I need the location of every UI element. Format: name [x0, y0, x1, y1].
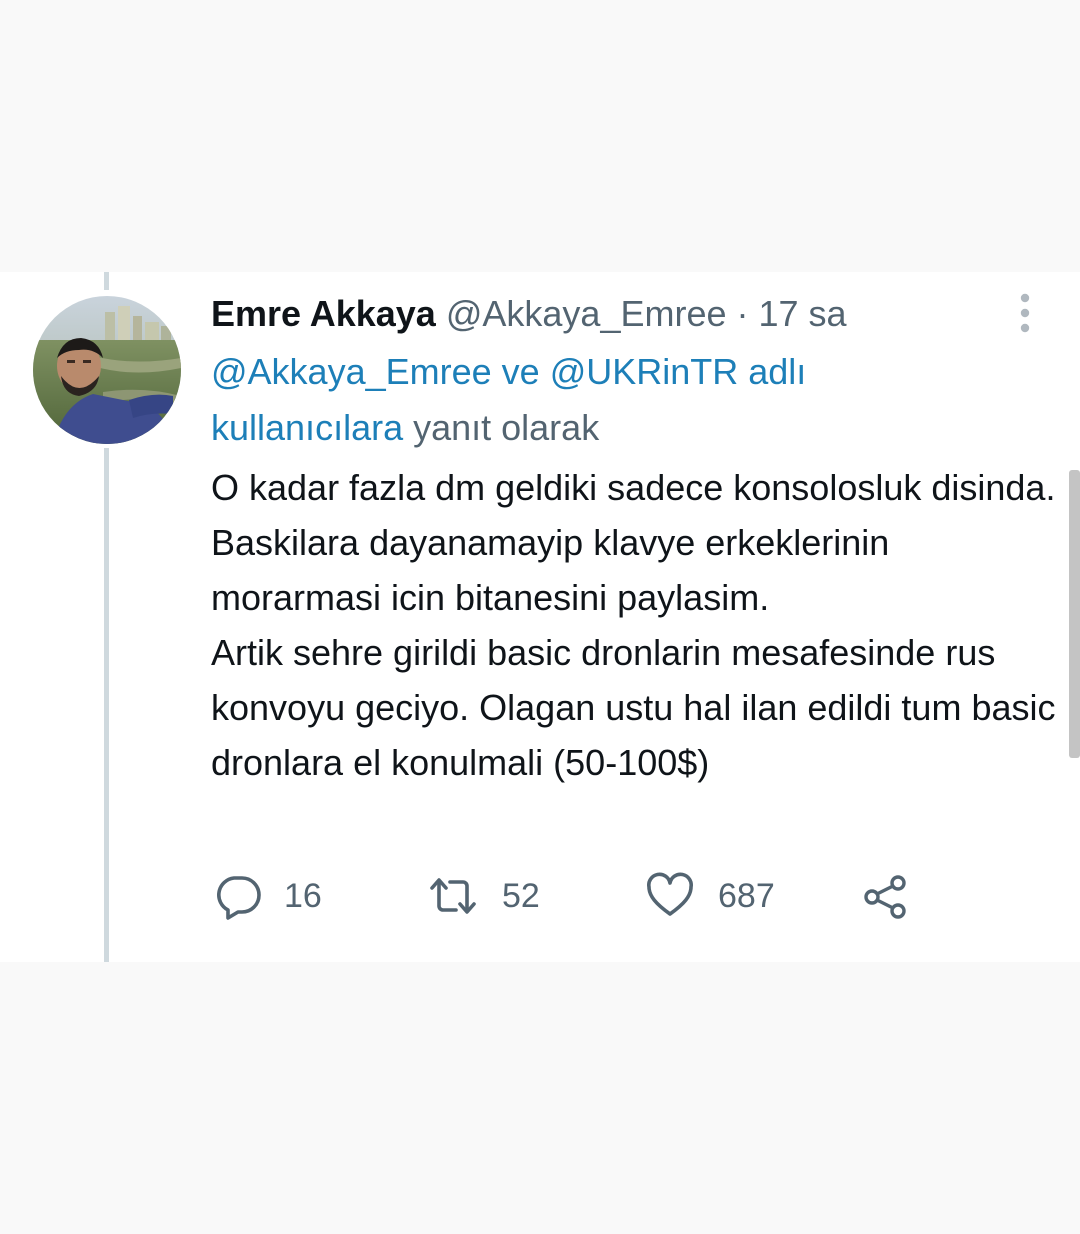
reply-count: 16: [284, 876, 322, 915]
mention-ukrintr[interactable]: @UKRinTR: [550, 351, 739, 392]
header-separator: ·: [726, 293, 759, 334]
author-name[interactable]: Emre Akkaya: [211, 293, 436, 334]
tweet-header: Emre Akkaya @Akkaya_Emree · 17 sa: [211, 291, 847, 337]
share-button[interactable]: [860, 870, 910, 922]
retweet-button[interactable]: 52: [426, 870, 540, 922]
retweet-icon: [430, 878, 476, 914]
more-options-icon[interactable]: [1010, 290, 1040, 336]
avatar-photo: [33, 296, 181, 444]
author-handle[interactable]: @Akkaya_Emree: [446, 293, 727, 334]
retweet-count: 52: [502, 876, 540, 915]
reply-icon: [217, 876, 261, 920]
mention-akkaya-emree[interactable]: @Akkaya_Emree: [211, 351, 492, 392]
like-button[interactable]: 687: [646, 870, 775, 922]
reply-label: yanıt olarak: [403, 407, 600, 448]
reply-context: @Akkaya_Emree ve @UKRinTR adlı kullanıcı…: [211, 344, 931, 456]
thread-line-top: [104, 272, 109, 290]
thread-line: [104, 448, 109, 962]
avatar[interactable]: [33, 296, 181, 444]
reply-connector[interactable]: ve: [492, 351, 550, 392]
share-icon: [864, 875, 906, 919]
heart-icon: [647, 872, 693, 916]
tweet-time[interactable]: 17 sa: [759, 293, 847, 334]
tweet-paragraph-2: Artik sehre girildi basic dronlarin mesa…: [211, 632, 1056, 783]
like-count: 687: [718, 876, 775, 915]
page: Emre Akkaya @Akkaya_Emree · 17 sa @Akkay…: [0, 0, 1080, 1234]
scrollbar[interactable]: [1069, 470, 1080, 758]
tweet-paragraph-1: O kadar fazla dm geldiki sadece konsolos…: [211, 467, 1056, 618]
reply-button[interactable]: 16: [214, 870, 322, 922]
tweet-text: O kadar fazla dm geldiki sadece konsolos…: [211, 460, 1061, 790]
